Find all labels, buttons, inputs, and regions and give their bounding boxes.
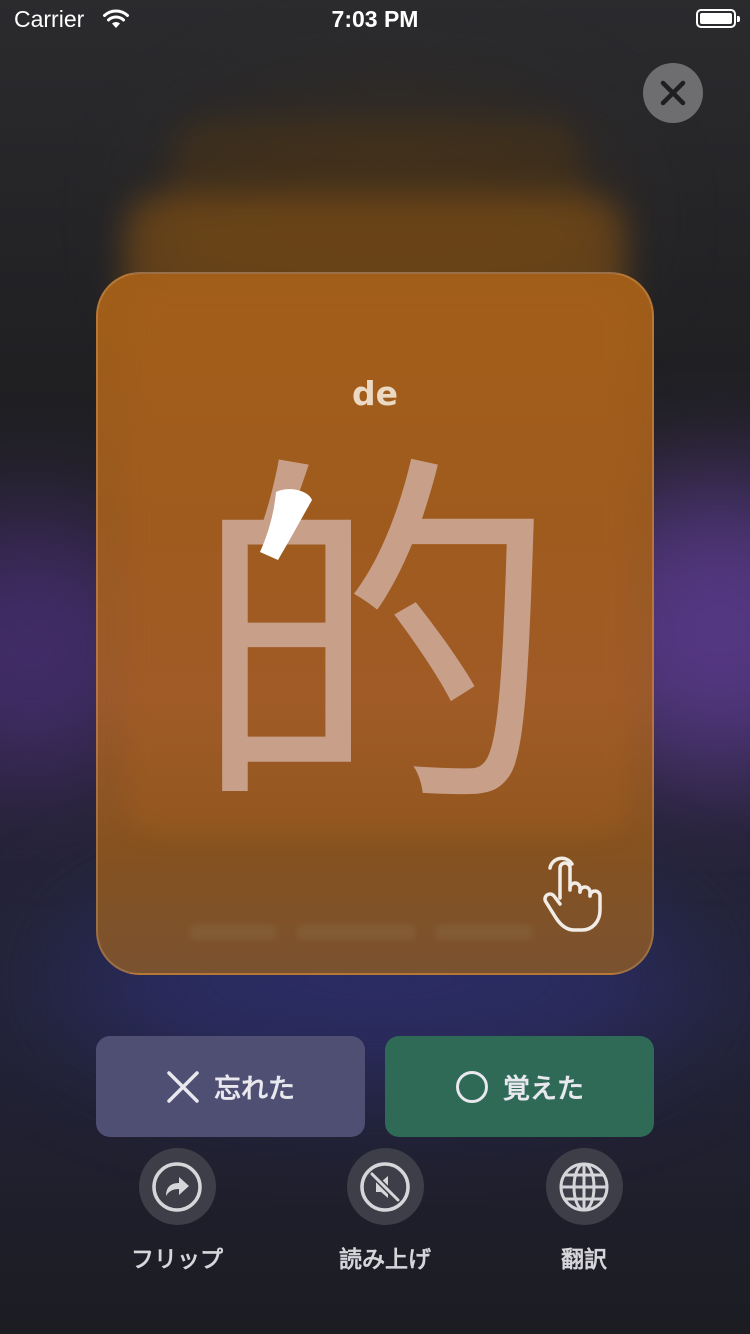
- speaker-muted-icon: [360, 1161, 410, 1212]
- circle-icon: [456, 1070, 488, 1103]
- flip-arrow-icon: [152, 1161, 202, 1212]
- translate-button[interactable]: 翻訳: [504, 1148, 664, 1274]
- close-icon: [660, 80, 686, 106]
- clock: 7:03 PM: [331, 6, 419, 32]
- battery-icon: [696, 9, 740, 28]
- forgot-label: 忘れた: [214, 1074, 295, 1105]
- read-aloud-button[interactable]: 読み上げ: [305, 1148, 465, 1274]
- remembered-label: 覚えた: [503, 1074, 584, 1105]
- translate-circle: [545, 1148, 623, 1225]
- translate-label: 翻訳: [561, 1247, 607, 1273]
- forgot-button[interactable]: 忘れた: [96, 1036, 365, 1137]
- close-button[interactable]: [643, 63, 703, 123]
- stroke-order-highlight: [260, 489, 312, 560]
- flip-button[interactable]: フリップ: [97, 1148, 257, 1274]
- status-bar: Carrier 7:03 PM: [0, 0, 750, 40]
- hanzi-character: 的: [190, 429, 560, 859]
- hanzi-container: 的: [98, 454, 652, 834]
- globe-icon: [559, 1162, 609, 1211]
- remembered-button[interactable]: 覚えた: [385, 1036, 654, 1137]
- flip-label: フリップ: [131, 1247, 223, 1273]
- tap-hand-icon: [543, 856, 602, 932]
- read-aloud-circle: [346, 1148, 424, 1225]
- flip-circle: [138, 1148, 216, 1225]
- card-ghost-row: [188, 924, 568, 954]
- pinyin-label: de: [351, 374, 398, 413]
- read-aloud-label: 読み上げ: [339, 1247, 431, 1273]
- flashcard[interactable]: de 的: [96, 272, 654, 975]
- cross-icon: [167, 1070, 199, 1103]
